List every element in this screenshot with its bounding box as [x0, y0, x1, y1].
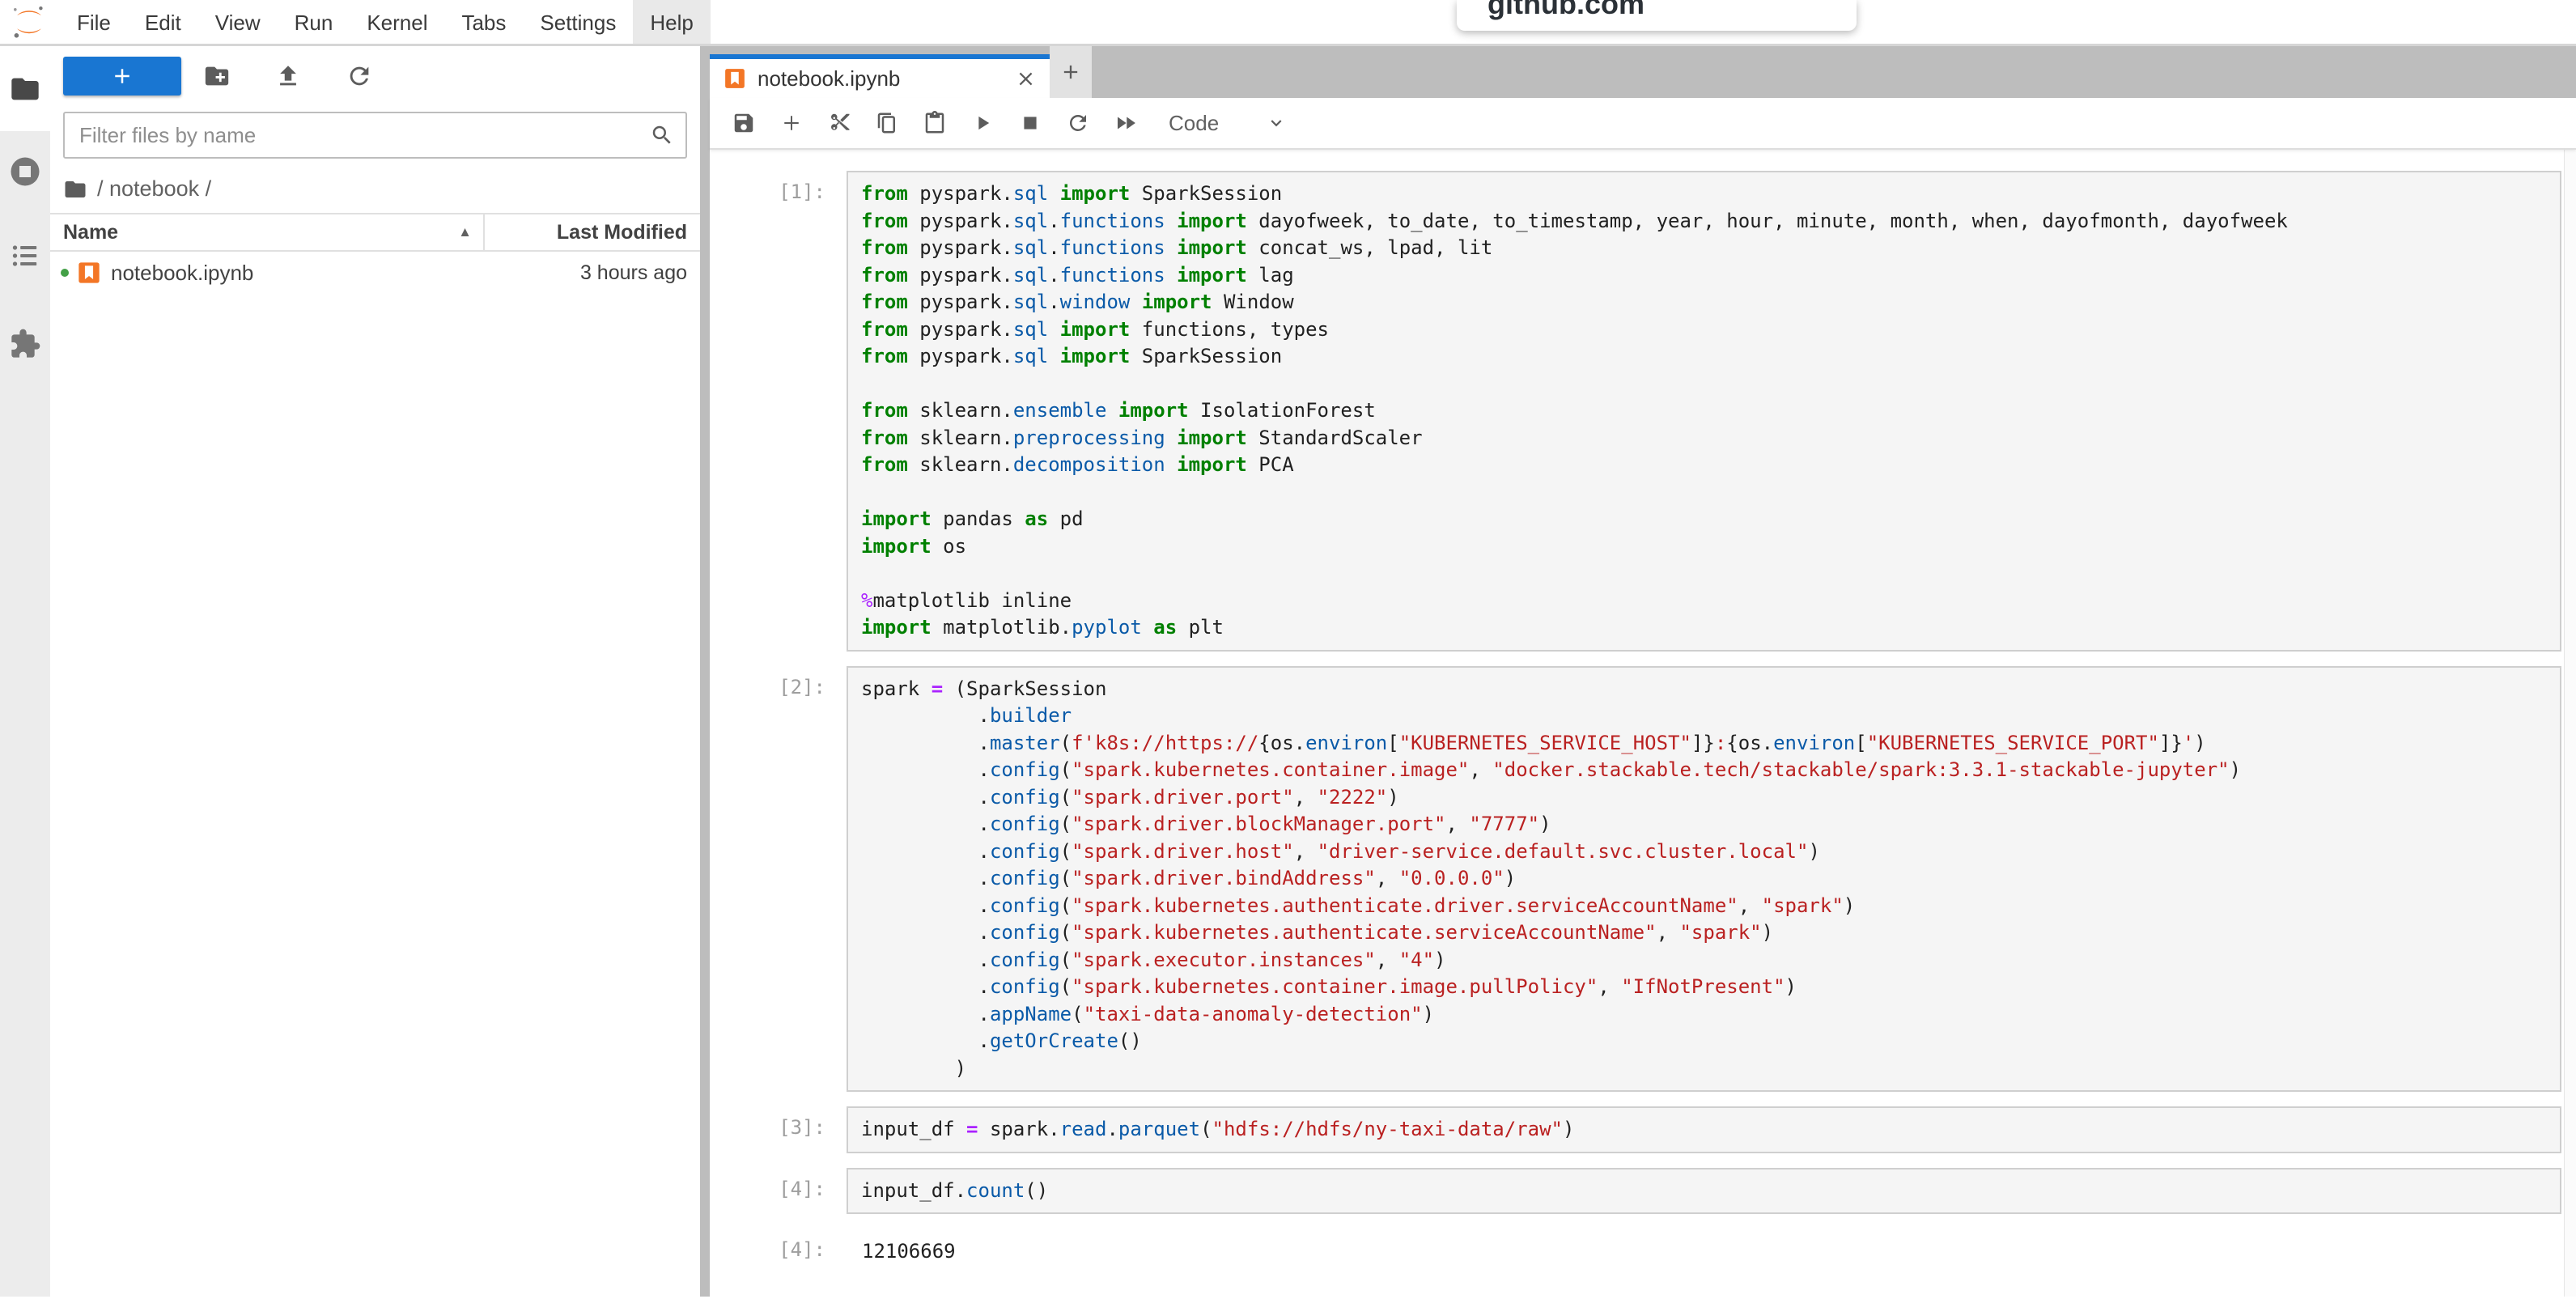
menu-item-edit[interactable]: Edit — [128, 0, 198, 44]
file-row-notebook[interactable]: notebook.ipynb 3 hours ago — [50, 252, 700, 294]
plus-icon — [779, 111, 804, 135]
paste-cells-button[interactable] — [910, 104, 958, 142]
clipboard-icon — [923, 111, 947, 135]
output-area: [4]:12106669 — [710, 1229, 2576, 1266]
output-prompt: [4]: — [710, 1229, 847, 1266]
menu-item-settings[interactable]: Settings — [523, 0, 633, 44]
popup-github[interactable]: github.com — [1457, 0, 1857, 31]
new-folder-button[interactable] — [181, 57, 253, 96]
file-browser-panel: / notebook / Name ▲ Last Modified notebo… — [50, 46, 700, 1297]
run-cell-button[interactable] — [958, 104, 1006, 142]
copy-icon — [875, 111, 899, 135]
run-icon — [971, 112, 994, 134]
table-of-contents-icon — [9, 240, 41, 272]
new-launcher-button[interactable] — [63, 57, 181, 96]
running-kernels-icon — [8, 155, 42, 189]
vertical-scrollbar[interactable] — [2564, 150, 2576, 1297]
file-browser-toolbar — [50, 46, 700, 102]
puzzle-icon — [9, 328, 41, 360]
file-list-header: Name ▲ Last Modified — [50, 213, 700, 252]
upload-button[interactable] — [253, 57, 324, 96]
panel-divider[interactable] — [700, 46, 710, 1297]
insert-cell-button[interactable] — [767, 104, 815, 142]
sidebar-item-file-browser[interactable] — [0, 46, 50, 131]
breadcrumb-path: / notebook / — [97, 176, 211, 202]
code-cell: [1]:from pyspark.sql import SparkSession… — [710, 171, 2576, 652]
column-header-name[interactable]: Name ▲ — [50, 214, 483, 250]
cell-type-dropdown[interactable]: Code — [1169, 111, 1219, 136]
cell-editor[interactable]: spark = (SparkSession .builder .master(f… — [847, 666, 2561, 1093]
main-area: notebook.ipynb — [710, 46, 2576, 1297]
code-cell: [4]:input_df.count() — [710, 1168, 2576, 1215]
code-cell: [3]:input_df = spark.read.parquet("hdfs:… — [710, 1106, 2576, 1153]
sidebar-item-running-kernels[interactable] — [0, 131, 50, 212]
menu-item-file[interactable]: File — [60, 0, 128, 44]
sidebar-item-table-of-contents[interactable] — [0, 212, 50, 299]
left-sidebar — [0, 46, 50, 1297]
menu-bar: FileEditViewRunKernelTabsSettingsHelp — [0, 0, 2576, 46]
refresh-button[interactable] — [324, 57, 395, 96]
menu-item-help[interactable]: Help — [633, 0, 710, 44]
new-folder-icon — [203, 62, 231, 90]
chevron-down-icon[interactable] — [1266, 112, 1287, 134]
popup-text: github.com — [1487, 0, 1857, 21]
save-button[interactable] — [719, 104, 767, 142]
filter-files-box — [63, 112, 687, 159]
notebook-toolbar: Code — [710, 98, 2576, 150]
kernel-running-dot — [61, 269, 69, 277]
cell-prompt: [4]: — [710, 1168, 847, 1215]
plus-icon — [1059, 61, 1082, 83]
file-name: notebook.ipynb — [111, 261, 253, 286]
restart-run-all-button[interactable] — [1101, 104, 1149, 142]
sort-ascending-icon[interactable]: ▲ — [458, 224, 483, 240]
menu-item-run[interactable]: Run — [278, 0, 350, 44]
folder-icon — [63, 177, 87, 202]
cut-cells-button[interactable] — [815, 104, 863, 142]
breadcrumb[interactable]: / notebook / — [50, 167, 700, 213]
sidebar-item-extension-manager[interactable] — [0, 299, 50, 389]
interrupt-kernel-button[interactable] — [1006, 104, 1054, 142]
output-text[interactable]: 12106669 — [847, 1229, 2576, 1266]
file-modified: 3 hours ago — [580, 261, 700, 285]
tab-notebook[interactable]: notebook.ipynb — [710, 54, 1050, 98]
notebook-cells: [1]:from pyspark.sql import SparkSession… — [710, 171, 2576, 1266]
cell-editor[interactable]: from pyspark.sql import SparkSessionfrom… — [847, 171, 2561, 652]
copy-cells-button[interactable] — [863, 104, 910, 142]
scissors-icon — [827, 111, 851, 135]
refresh-icon — [346, 62, 373, 90]
tab-bar: notebook.ipynb — [710, 46, 2576, 98]
code-cell: [2]:spark = (SparkSession .builder .mast… — [710, 666, 2576, 1093]
cell-prompt: [3]: — [710, 1106, 847, 1153]
fast-forward-icon — [1114, 111, 1138, 135]
folder-icon — [9, 73, 41, 105]
cell-prompt: [2]: — [710, 666, 847, 1093]
menu-items: FileEditViewRunKernelTabsSettingsHelp — [60, 0, 711, 44]
column-header-last-modified[interactable]: Last Modified — [483, 214, 700, 250]
cell-editor[interactable]: input_df = spark.read.parquet("hdfs://hd… — [847, 1106, 2561, 1153]
save-icon — [732, 111, 756, 135]
upload-icon — [274, 62, 302, 90]
notebook-file-icon — [76, 260, 102, 286]
close-tab-icon[interactable] — [1015, 68, 1037, 90]
menu-item-view[interactable]: View — [198, 0, 278, 44]
stop-icon — [1020, 112, 1041, 134]
cell-prompt: [1]: — [710, 171, 847, 652]
tab-title: notebook.ipynb — [758, 66, 900, 91]
cell-editor[interactable]: input_df.count() — [847, 1168, 2561, 1215]
menu-item-kernel[interactable]: Kernel — [350, 0, 444, 44]
notebook-file-icon — [723, 66, 747, 91]
new-tab-button[interactable] — [1050, 46, 1092, 98]
menu-item-tabs[interactable]: Tabs — [444, 0, 523, 44]
filter-files-input[interactable] — [68, 123, 650, 148]
notebook-content: [1]:from pyspark.sql import SparkSession… — [710, 150, 2576, 1297]
jupyter-logo — [10, 2, 49, 41]
search-icon — [650, 123, 674, 147]
plus-icon — [110, 64, 134, 88]
restart-icon — [1066, 111, 1090, 135]
restart-kernel-button[interactable] — [1054, 104, 1101, 142]
